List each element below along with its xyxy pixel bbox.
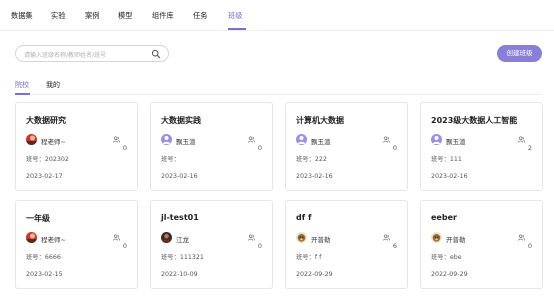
member-count-value: 0 [257,242,262,250]
members-icon [248,136,255,143]
member-count: 0 [113,233,127,250]
class-title: 大数据研究 [26,116,66,125]
class-date: 2022-09-29 [431,271,468,278]
nav-item-experiments[interactable]: 实验 [51,11,65,21]
class-title: eeber [431,213,457,222]
members-icon [248,234,255,241]
create-class-button[interactable]: 创建班级 [497,45,542,62]
class-date: 2023-02-16 [431,173,468,180]
nav-item-datasets[interactable]: 数据集 [11,11,33,21]
member-count: 2 [518,135,532,152]
member-count: 0 [383,135,397,152]
class-owner: 飘玉渲 [446,138,466,146]
class-owner: 开普勒 [311,236,331,244]
class-card[interactable]: 计算机大数据 飘玉渲 0 班号：222 2023-02-16 [285,102,408,191]
avatar [296,134,307,145]
nav-item-models[interactable]: 模型 [118,11,132,21]
search-placeholder: 请输入班级名称/教师姓名/班号 [24,52,107,59]
avatar [26,232,37,243]
class-code: 班号：111321 [161,254,204,261]
search-input[interactable]: 请输入班级名称/教师姓名/班号 [15,45,169,62]
member-count: 0 [518,233,532,250]
class-tabs: 院校 我的 [15,80,542,95]
member-count: 0 [248,135,262,152]
class-owner: 开普勒 [446,236,466,244]
class-title: 一年级 [26,214,50,223]
class-owner: 江龙 [176,236,189,244]
tab-mine[interactable]: 我的 [46,80,60,90]
class-code: 班号：111 [431,156,462,163]
class-card[interactable]: 2023级大数据人工智能 飘玉渲 2 班号：111 2023-02-16 [420,102,543,191]
class-title: 计算机大数据 [296,116,344,125]
class-date: 2023-02-16 [161,173,198,180]
member-count-value: 6 [392,242,397,250]
avatar [161,232,172,243]
tab-active-indicator [15,93,30,95]
class-code: 班号：6666 [26,254,61,261]
class-date: 2023-02-15 [26,271,63,278]
class-card[interactable]: eeber 开普勒 0 班号：ebe 2022-09-29 [420,200,543,289]
members-icon [518,234,525,241]
class-owner: 飘玉渲 [311,138,331,146]
class-code: 班号： [161,156,180,163]
member-count-value: 0 [257,144,262,152]
nav-item-cases[interactable]: 案例 [85,11,99,21]
class-owner: 程老师~ [41,236,66,244]
class-date: 2022-10-09 [161,271,198,278]
member-count-value: 0 [527,242,532,250]
class-title: jl-test01 [161,213,199,222]
avatar [26,134,37,145]
members-icon [113,136,120,143]
class-card[interactable]: df f 开普勒 6 班号：f f 2022-09-29 [285,200,408,289]
class-title: 大数据实践 [161,116,201,125]
search-icon[interactable] [151,49,161,59]
class-title: df f [296,213,312,222]
members-icon [113,234,120,241]
nav-item-tasks[interactable]: 任务 [193,11,207,21]
nav-item-classes[interactable]: 班级 [228,11,242,21]
avatar [431,134,442,145]
class-code: 班号：f f [296,254,322,261]
nav-active-indicator [228,28,246,30]
member-count-value: 2 [527,144,532,152]
class-date: 2023-02-17 [26,173,63,180]
class-card[interactable]: 大数据实践 飘玉渲 0 班号： 2023-02-16 [150,102,273,191]
members-icon [383,234,390,241]
members-icon [518,136,525,143]
member-count: 0 [248,233,262,250]
top-navigation: 数据集 实验 案例 模型 组件库 任务 班级 [0,0,554,31]
class-code: 班号：ebe [431,254,462,261]
class-code: 班号：202302 [26,156,69,163]
avatar [296,232,307,243]
class-card[interactable]: 大数据研究 程老师~ 0 班号：202302 2023-02-17 [15,102,138,191]
class-owner: 程老师~ [41,138,66,146]
class-date: 2022-09-29 [296,271,333,278]
member-count-value: 0 [122,144,127,152]
tab-school[interactable]: 院校 [15,80,29,90]
member-count: 6 [383,233,397,250]
member-count-value: 0 [392,144,397,152]
class-card[interactable]: jl-test01 江龙 0 班号：111321 2022-10-09 [150,200,273,289]
class-owner: 飘玉渲 [176,138,196,146]
class-card[interactable]: 一年级 程老师~ 0 班号：6666 2023-02-15 [15,200,138,289]
member-count-value: 0 [122,242,127,250]
class-code: 班号：222 [296,156,327,163]
avatar [431,232,442,243]
class-title: 2023级大数据人工智能 [431,116,518,125]
class-date: 2023-02-16 [296,173,333,180]
avatar [161,134,172,145]
member-count: 0 [113,135,127,152]
members-icon [383,136,390,143]
nav-item-components[interactable]: 组件库 [152,11,174,21]
